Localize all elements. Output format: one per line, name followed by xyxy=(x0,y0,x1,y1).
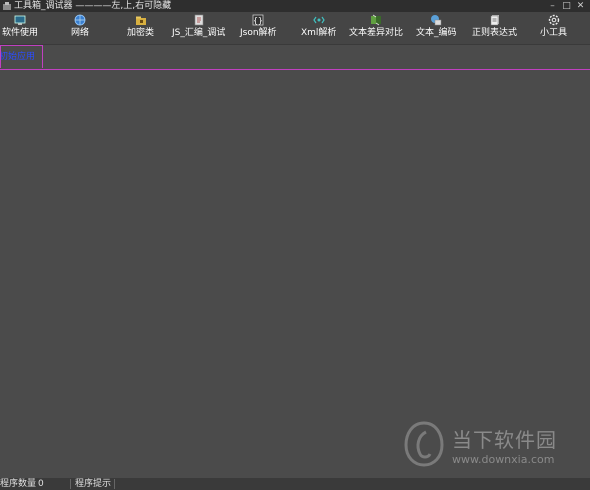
toolbar-item-label: 加密类 xyxy=(127,28,155,38)
globe-icon xyxy=(74,14,86,26)
compare-icon xyxy=(371,14,381,26)
status-divider xyxy=(114,479,115,489)
toolbar-item-xml-parse[interactable]: Xml解析 xyxy=(301,14,336,42)
toolbar-item-label: Json解析 xyxy=(240,28,277,38)
toolbar-item-text-encoding[interactable]: 文本_编码 xyxy=(416,14,457,42)
watermark: 当下软件园 www.downxia.com xyxy=(402,420,574,472)
watermark-name: 当下软件园 xyxy=(452,428,557,452)
watermark-url: www.downxia.com xyxy=(452,453,555,466)
status-count-label: 程序数量 xyxy=(0,479,37,489)
title-bar[interactable]: 工具箱_调试器 ————左,上,右可隐藏 – □ ✕ xyxy=(0,0,590,12)
xml-icon xyxy=(312,16,325,24)
toolbar-item-label: Xml解析 xyxy=(301,28,337,38)
toolbar-item-label: 文本差异对比 xyxy=(349,28,404,38)
toolbar-item-encryption[interactable]: 加密类 xyxy=(127,14,154,42)
minimize-icon[interactable]: – xyxy=(547,1,558,11)
toolbar-item-text-diff[interactable]: 文本差异对比 xyxy=(349,14,403,42)
app-icon xyxy=(3,2,11,10)
braces-icon: {} xyxy=(252,14,264,26)
toolbar-item-network[interactable]: 网络 xyxy=(71,14,89,42)
toolbar-item-label: 文本_编码 xyxy=(416,28,457,38)
toolbar-item-software-usage[interactable]: 软件使用 xyxy=(2,14,38,42)
status-bar: 程序数量 0 程序提示 xyxy=(0,478,590,490)
close-icon[interactable]: ✕ xyxy=(575,1,586,11)
svg-text:{}: {} xyxy=(253,16,263,25)
tab-strip: 初始应用 xyxy=(0,45,590,70)
tab-content-area xyxy=(0,70,590,478)
main-toolbar: 软件使用 网络 加密类 JS_汇编_调试 {} Json解析 Xml解析 文本差… xyxy=(0,12,590,45)
toolbar-item-label: 网络 xyxy=(71,28,90,38)
document-icon xyxy=(490,15,499,26)
window-title: 工具箱_调试器 ————左,上,右可隐藏 xyxy=(14,1,172,11)
toolbar-item-label: 软件使用 xyxy=(2,28,39,38)
encode-icon xyxy=(431,15,442,26)
status-count-value: 0 xyxy=(38,479,44,489)
status-divider xyxy=(70,479,71,489)
monitor-icon xyxy=(14,15,26,25)
script-icon xyxy=(194,14,203,26)
lock-folder-icon xyxy=(135,16,146,25)
window-controls: – □ ✕ xyxy=(547,0,586,12)
toolbar-item-small-tools[interactable]: 小工具 xyxy=(540,14,567,42)
tab-initial-apps[interactable]: 初始应用 xyxy=(0,45,43,68)
watermark-logo-icon xyxy=(404,421,444,467)
toolbar-item-js-asm-debug[interactable]: JS_汇编_调试 xyxy=(172,14,225,42)
status-hint-label: 程序提示 xyxy=(75,479,112,489)
maximize-icon[interactable]: □ xyxy=(561,1,572,11)
toolbar-item-label: 正则表达式 xyxy=(472,28,518,38)
gear-icon xyxy=(548,14,559,26)
toolbar-item-regex[interactable]: 正则表达式 xyxy=(472,14,517,42)
toolbar-item-json-parse[interactable]: {} Json解析 xyxy=(240,14,277,42)
toolbar-item-label: 小工具 xyxy=(540,28,568,38)
toolbar-item-label: JS_汇编_调试 xyxy=(172,28,226,38)
